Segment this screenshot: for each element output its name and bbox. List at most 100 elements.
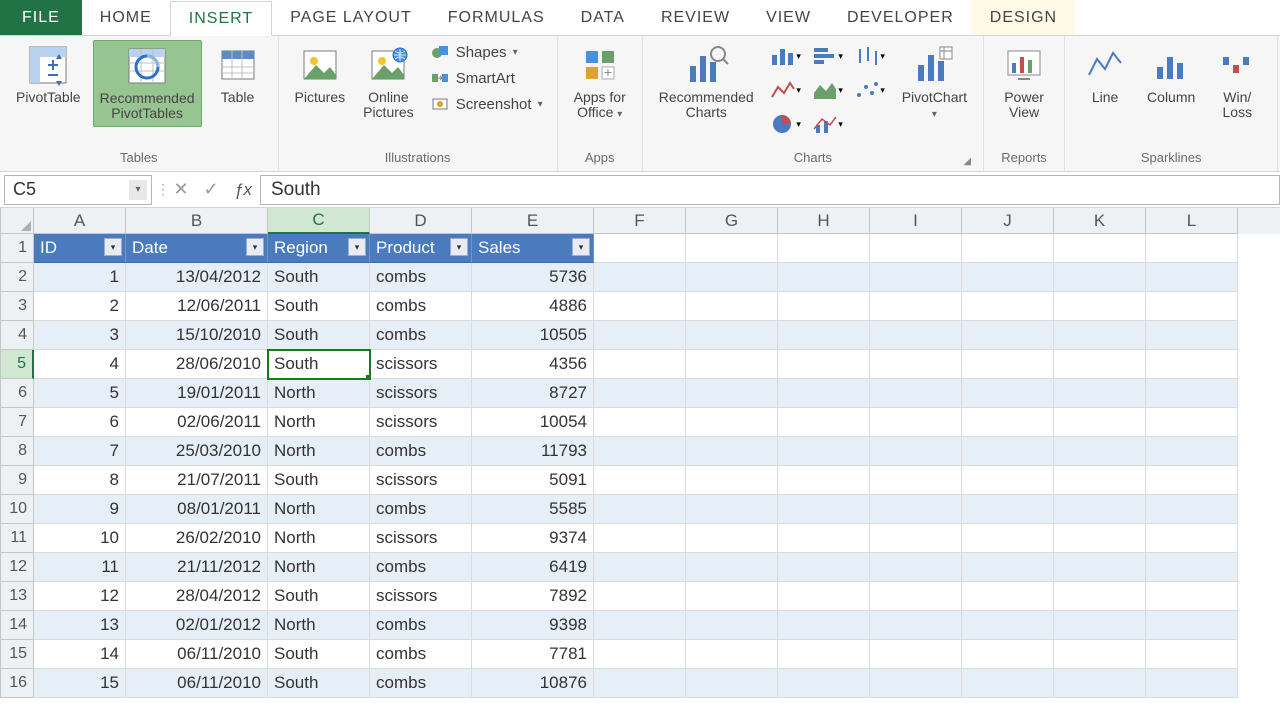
recommended-pivot-tables-button[interactable]: RecommendedPivotTables xyxy=(93,40,202,127)
cell[interactable] xyxy=(594,669,686,698)
cell[interactable]: 12/06/2011 xyxy=(126,292,268,321)
scatter-chart-button[interactable]: ▾ xyxy=(850,74,890,106)
cell[interactable] xyxy=(962,321,1054,350)
name-box-dropdown[interactable]: ▾ xyxy=(129,180,147,200)
cell[interactable] xyxy=(686,669,778,698)
combo-chart-button[interactable]: ▾ xyxy=(808,108,848,140)
cell[interactable] xyxy=(1054,582,1146,611)
cell[interactable]: 28/04/2012 xyxy=(126,582,268,611)
enter-formula-button[interactable]: ✓ xyxy=(196,175,226,205)
cell[interactable] xyxy=(962,292,1054,321)
shapes-button[interactable]: Shapes ▾ xyxy=(426,40,547,64)
col-header-E[interactable]: E xyxy=(472,208,594,234)
cell[interactable]: 10054 xyxy=(472,408,594,437)
cancel-formula-button[interactable]: ✕ xyxy=(166,175,196,205)
header-id[interactable]: ID▾ xyxy=(34,234,126,263)
charts-dialog-launcher[interactable]: ◢ xyxy=(963,156,971,167)
cell[interactable] xyxy=(686,350,778,379)
cell[interactable] xyxy=(870,640,962,669)
cell[interactable] xyxy=(1146,350,1238,379)
filter-product[interactable]: ▾ xyxy=(450,238,468,256)
row-header-11[interactable]: 11 xyxy=(0,524,34,553)
tab-formulas[interactable]: FORMULAS xyxy=(430,0,563,35)
recommended-charts-button[interactable]: RecommendedCharts xyxy=(653,40,760,125)
cell[interactable] xyxy=(778,495,870,524)
cell[interactable]: North xyxy=(268,611,370,640)
cell[interactable]: 15/10/2010 xyxy=(126,321,268,350)
col-header-D[interactable]: D xyxy=(370,208,472,234)
tab-page-layout[interactable]: PAGE LAYOUT xyxy=(272,0,430,35)
cell[interactable]: South xyxy=(268,669,370,698)
cell[interactable] xyxy=(1054,611,1146,640)
cell[interactable] xyxy=(686,437,778,466)
cell[interactable] xyxy=(1054,292,1146,321)
header-sales[interactable]: Sales▾ xyxy=(472,234,594,263)
cell[interactable] xyxy=(1146,321,1238,350)
cell[interactable] xyxy=(594,292,686,321)
cell[interactable]: 4356 xyxy=(472,350,594,379)
line-chart-button[interactable]: ▾ xyxy=(766,74,806,106)
cell[interactable] xyxy=(962,495,1054,524)
cell[interactable] xyxy=(1146,292,1238,321)
cell[interactable] xyxy=(686,379,778,408)
row-header-9[interactable]: 9 xyxy=(0,466,34,495)
cell[interactable]: 5736 xyxy=(472,263,594,292)
cell[interactable] xyxy=(594,379,686,408)
cell[interactable]: South xyxy=(268,321,370,350)
filter-region[interactable]: ▾ xyxy=(348,238,366,256)
cell[interactable]: 14 xyxy=(34,640,126,669)
cell[interactable] xyxy=(870,263,962,292)
cell[interactable]: combs xyxy=(370,640,472,669)
cell[interactable] xyxy=(962,669,1054,698)
cell[interactable] xyxy=(1146,408,1238,437)
cell[interactable] xyxy=(1146,263,1238,292)
cell[interactable]: South xyxy=(268,263,370,292)
pictures-button[interactable]: Pictures xyxy=(289,40,352,109)
cell[interactable]: 26/02/2010 xyxy=(126,524,268,553)
cell[interactable] xyxy=(778,466,870,495)
tab-file[interactable]: FILE xyxy=(0,0,82,35)
cell[interactable] xyxy=(778,611,870,640)
cell[interactable]: combs xyxy=(370,437,472,466)
cell[interactable]: 02/01/2012 xyxy=(126,611,268,640)
row-header-14[interactable]: 14 xyxy=(0,611,34,640)
cell[interactable]: North xyxy=(268,524,370,553)
cell[interactable] xyxy=(686,524,778,553)
cell[interactable] xyxy=(870,611,962,640)
cell[interactable] xyxy=(686,495,778,524)
cell[interactable]: 8 xyxy=(34,466,126,495)
cell[interactable] xyxy=(778,263,870,292)
cell[interactable]: 7892 xyxy=(472,582,594,611)
cell[interactable] xyxy=(686,582,778,611)
apps-for-office-button[interactable]: + Apps forOffice ▾ xyxy=(568,40,632,125)
cell[interactable]: 7781 xyxy=(472,640,594,669)
row-header-5[interactable]: 5 xyxy=(0,350,34,379)
cell[interactable] xyxy=(594,408,686,437)
sparkline-winloss-button[interactable]: Win/ Loss xyxy=(1207,40,1267,125)
cell[interactable]: 4 xyxy=(34,350,126,379)
cell[interactable] xyxy=(1146,524,1238,553)
cell[interactable] xyxy=(1054,321,1146,350)
cell[interactable] xyxy=(594,553,686,582)
cell[interactable] xyxy=(686,611,778,640)
cell[interactable]: combs xyxy=(370,553,472,582)
cell[interactable] xyxy=(1054,263,1146,292)
col-header-A[interactable]: A xyxy=(34,208,126,234)
cell[interactable] xyxy=(778,321,870,350)
filter-sales[interactable]: ▾ xyxy=(572,238,590,256)
cell[interactable]: 21/11/2012 xyxy=(126,553,268,582)
cell[interactable]: 06/11/2010 xyxy=(126,640,268,669)
col-header-G[interactable]: G xyxy=(686,208,778,234)
cell[interactable]: 11 xyxy=(34,553,126,582)
cell[interactable] xyxy=(1054,379,1146,408)
cell[interactable] xyxy=(1146,495,1238,524)
cell[interactable] xyxy=(870,582,962,611)
cell[interactable] xyxy=(1146,466,1238,495)
cell[interactable] xyxy=(778,553,870,582)
row-header-15[interactable]: 15 xyxy=(0,640,34,669)
cell[interactable] xyxy=(778,524,870,553)
cell[interactable] xyxy=(594,640,686,669)
cell[interactable]: 1 xyxy=(34,263,126,292)
cell[interactable]: scissors xyxy=(370,582,472,611)
cell[interactable] xyxy=(1054,524,1146,553)
